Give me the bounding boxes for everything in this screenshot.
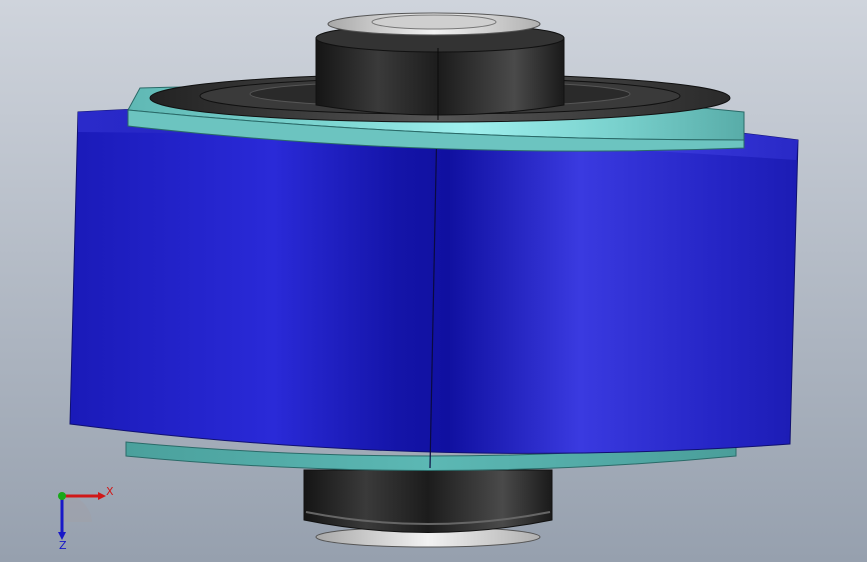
3d-model-view[interactable] (0, 0, 867, 562)
outer-sleeve[interactable] (69, 105, 799, 469)
graphics-viewport[interactable]: X Z (0, 0, 867, 562)
top-bushing[interactable] (315, 12, 565, 120)
triad-plane-shading (62, 493, 92, 522)
z-axis-label: Z (59, 539, 67, 550)
x-axis-arrowhead (98, 492, 106, 500)
y-axis-origin (58, 492, 66, 500)
bottom-bushing[interactable] (303, 469, 553, 548)
coordinate-triad: X Z (58, 485, 114, 550)
x-axis-label: X (106, 485, 114, 498)
